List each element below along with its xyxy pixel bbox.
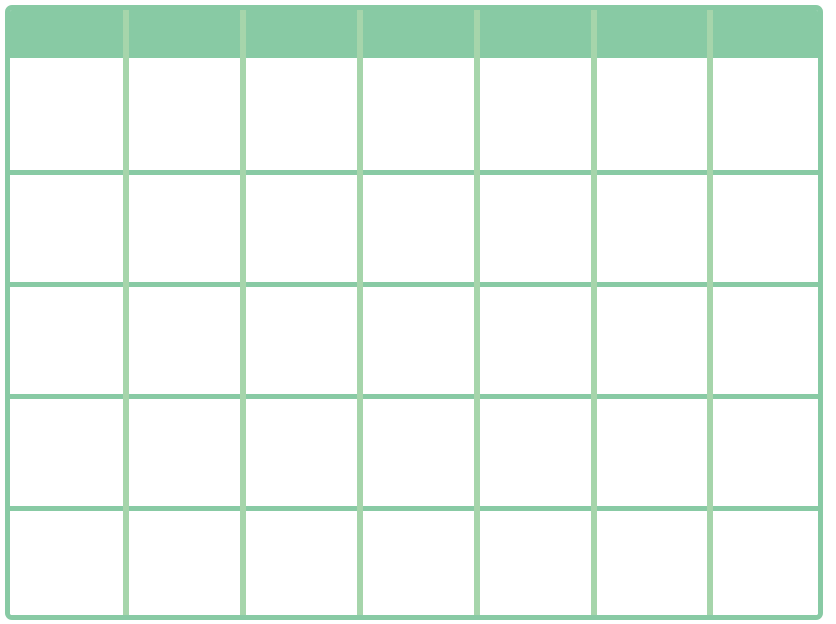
day-cell	[123, 506, 240, 615]
column-divider	[357, 10, 363, 615]
row-divider	[10, 170, 818, 175]
day-cell	[474, 506, 591, 615]
day-cell	[10, 394, 123, 506]
day-cell	[240, 58, 357, 170]
column-divider	[591, 10, 597, 615]
day-cell	[357, 58, 474, 170]
row-divider	[10, 282, 818, 287]
day-cell	[474, 58, 591, 170]
day-cell	[357, 394, 474, 506]
day-cell	[357, 170, 474, 282]
day-cell	[240, 170, 357, 282]
day-cell	[10, 506, 123, 615]
day-cell	[591, 58, 707, 170]
day-cell	[707, 394, 818, 506]
day-cell	[591, 170, 707, 282]
day-cell	[474, 282, 591, 394]
day-cell	[123, 394, 240, 506]
day-cell	[591, 506, 707, 615]
day-cell	[240, 282, 357, 394]
day-cell	[357, 506, 474, 615]
column-divider	[707, 10, 713, 615]
calendar-cells	[10, 10, 818, 615]
calendar-grid	[5, 5, 823, 620]
day-cell	[591, 282, 707, 394]
day-cell	[123, 282, 240, 394]
day-cell	[474, 394, 591, 506]
day-cell	[591, 394, 707, 506]
row-divider	[10, 506, 818, 511]
day-cell	[10, 282, 123, 394]
day-cell	[123, 170, 240, 282]
day-cell	[240, 394, 357, 506]
column-divider	[123, 10, 129, 615]
column-divider	[240, 10, 246, 615]
day-cell	[240, 506, 357, 615]
day-cell	[707, 282, 818, 394]
day-cell	[707, 506, 818, 615]
column-divider	[474, 10, 480, 615]
day-cell	[123, 58, 240, 170]
day-cell	[707, 170, 818, 282]
row-divider	[10, 394, 818, 399]
day-cell	[474, 170, 591, 282]
day-cell	[707, 58, 818, 170]
day-cell	[357, 282, 474, 394]
day-cell	[10, 170, 123, 282]
day-cell	[10, 58, 123, 170]
